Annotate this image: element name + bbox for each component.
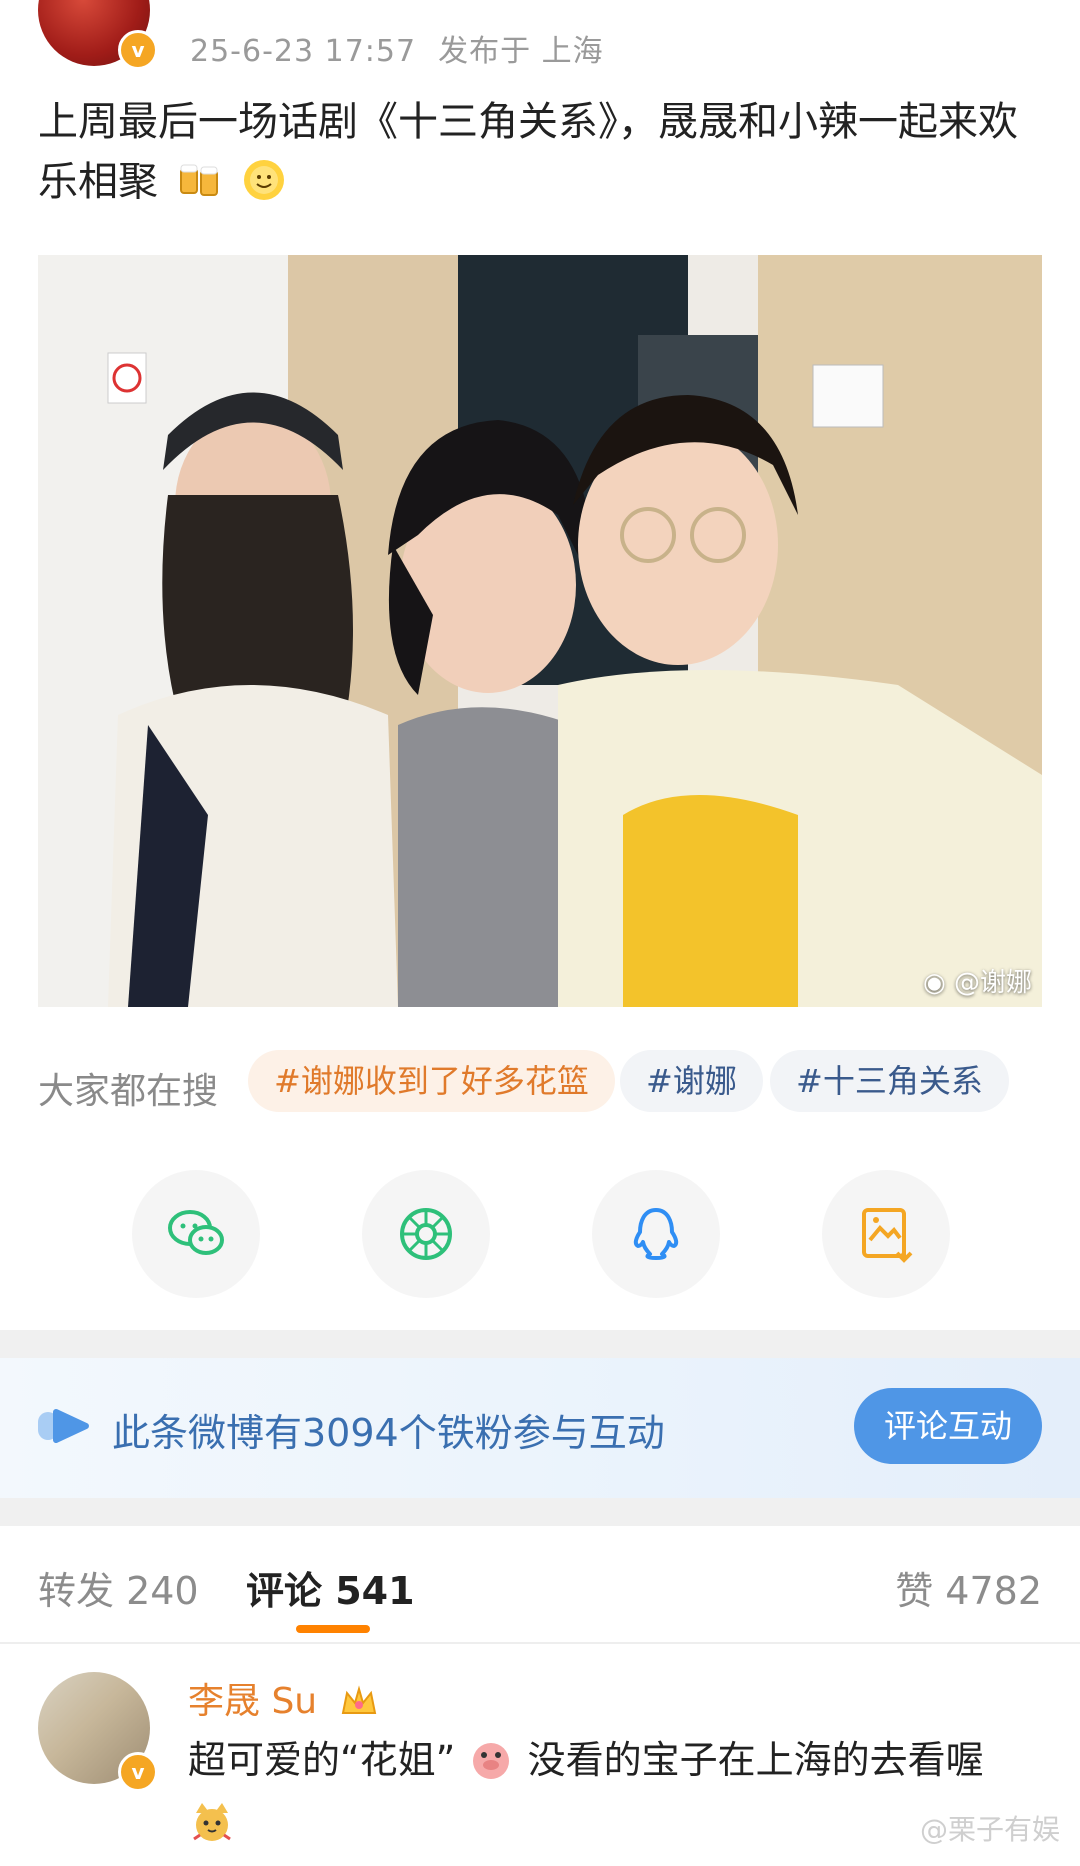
weibo-logo-icon: ◉ bbox=[923, 968, 946, 998]
share-save-image-button[interactable] bbox=[822, 1170, 950, 1298]
hot-search-chip-2[interactable]: #谢娜 bbox=[620, 1050, 763, 1112]
qq-icon bbox=[633, 1208, 679, 1260]
commenter-verified-badge-icon: v bbox=[118, 1752, 158, 1792]
hot-search-label: 大家都在搜 bbox=[38, 1071, 219, 1112]
tab-comments[interactable]: 评论 541 bbox=[246, 1560, 415, 1615]
crown-icon bbox=[341, 1685, 376, 1714]
fan-interaction-banner: 此条微博有3094个铁粉参与互动 评论互动 bbox=[0, 1358, 1080, 1498]
share-qq-button[interactable] bbox=[592, 1170, 720, 1298]
commenter-name[interactable]: 李晟 Su bbox=[188, 1672, 379, 1724]
fan-interaction-text: 此条微博有3094个铁粉参与互动 bbox=[112, 1411, 665, 1455]
verified-badge-icon: v bbox=[118, 30, 158, 70]
commenter-name-text: 李晟 Su bbox=[188, 1681, 318, 1722]
post-date: 25-6-23 17:57 bbox=[190, 34, 417, 69]
section-divider-2 bbox=[0, 1498, 1080, 1526]
tab-likes[interactable]: 赞 4782 bbox=[895, 1560, 1042, 1615]
tab-repost[interactable]: 转发 240 bbox=[38, 1560, 199, 1615]
post-text: 上周最后一场话剧《十三角关系》，晟晟和小辣一起来欢乐相聚 bbox=[38, 92, 1048, 212]
fan-interaction-icon bbox=[38, 1409, 89, 1443]
tab-comments-label: 评论 541 bbox=[246, 1569, 415, 1613]
tabs-divider bbox=[0, 1642, 1080, 1644]
sun-smile-icon bbox=[244, 160, 285, 200]
moments-icon bbox=[400, 1208, 452, 1260]
hot-search-chip-3[interactable]: #十三角关系 bbox=[770, 1050, 1009, 1112]
page-watermark: @栗子有娱 bbox=[919, 1813, 1060, 1846]
post-location: 发布于 上海 bbox=[438, 34, 604, 69]
wechat-icon bbox=[168, 1210, 224, 1255]
cat-emoji-icon bbox=[193, 1803, 231, 1841]
hot-search-chip-1[interactable]: #谢娜收到了好多花篮 bbox=[248, 1050, 615, 1112]
comment-text-b: 没看的宝子在上海的去看喔 bbox=[527, 1738, 984, 1782]
photo-watermark: ◉ @谢娜 bbox=[923, 962, 1032, 999]
active-tab-indicator bbox=[296, 1625, 370, 1633]
section-divider bbox=[0, 1330, 1080, 1358]
cheers-beer-icon bbox=[179, 164, 218, 196]
save-image-icon bbox=[862, 1208, 913, 1263]
post-meta: 25-6-23 17:57 发布于 上海 bbox=[190, 26, 604, 70]
piggy-emoji-icon bbox=[473, 1743, 510, 1779]
post-photo[interactable]: ◉ @谢娜 bbox=[38, 255, 1042, 1007]
comment-text-a: 超可爱的“花姐” bbox=[188, 1738, 456, 1782]
share-moments-button[interactable] bbox=[362, 1170, 490, 1298]
photo-watermark-text: @谢娜 bbox=[953, 968, 1032, 998]
photo-illustration bbox=[38, 255, 1042, 1007]
share-wechat-button[interactable] bbox=[132, 1170, 260, 1298]
comment-interaction-button[interactable]: 评论互动 bbox=[854, 1388, 1042, 1464]
